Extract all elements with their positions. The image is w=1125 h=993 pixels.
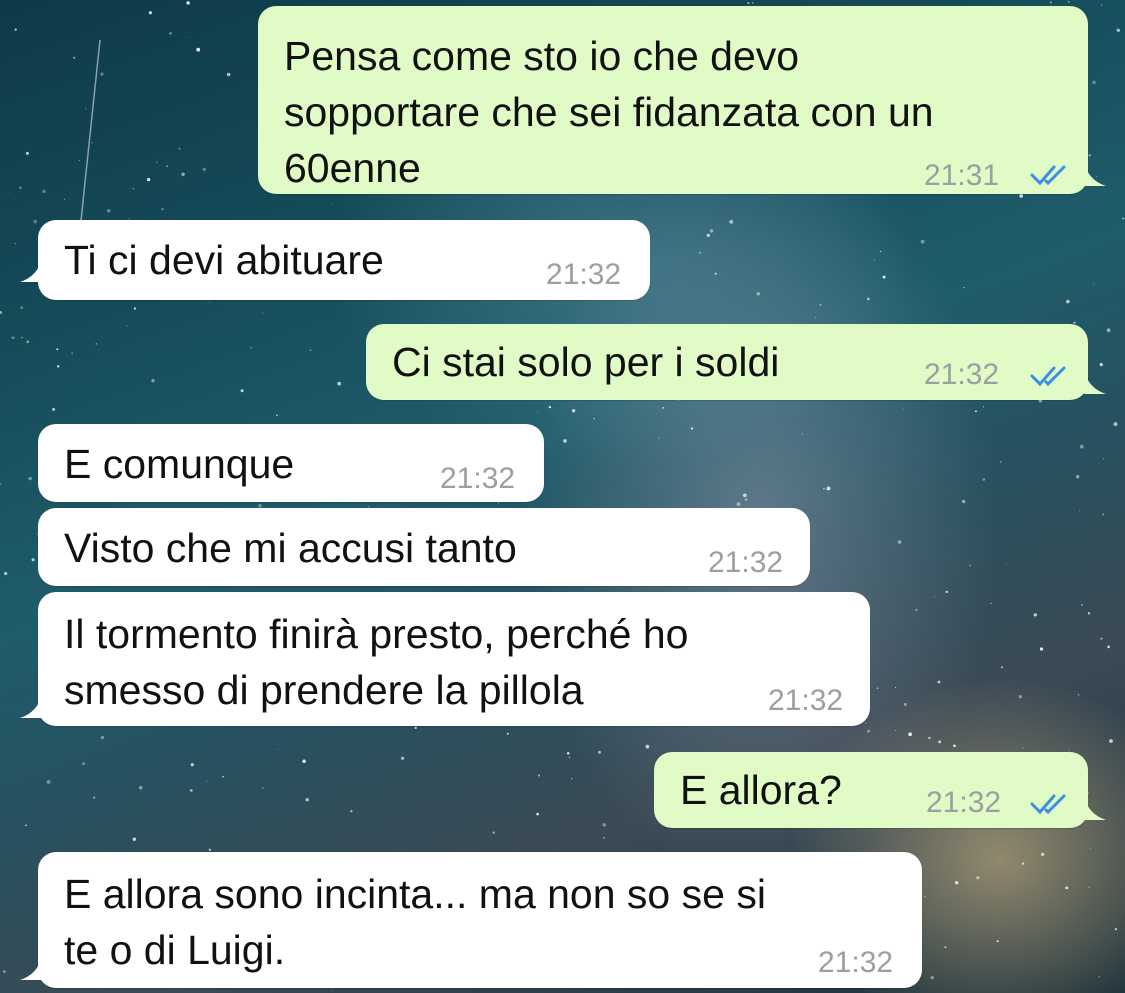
message-text: Ci stai solo per i soldi bbox=[392, 339, 780, 385]
message-timestamp: 21:32 bbox=[924, 358, 1000, 391]
message-text: Il tormento finirà presto, perché ho sme… bbox=[64, 611, 689, 713]
bubble-tail bbox=[1084, 162, 1106, 186]
message-timestamp: 21:32 bbox=[708, 546, 784, 579]
double-check-icon bbox=[1030, 366, 1066, 387]
outgoing-message[interactable]: Ci stai solo per i soldi 21:32 bbox=[366, 324, 1088, 400]
message-text: Visto che mi accusi tanto bbox=[64, 525, 517, 571]
message-text: Ti ci devi abituare bbox=[64, 237, 384, 283]
bubble-tail bbox=[1084, 796, 1106, 820]
message-timestamp: 21:32 bbox=[818, 946, 894, 979]
message-timestamp: 21:32 bbox=[440, 462, 516, 495]
message-text: Pensa come sto io che devo sopportare ch… bbox=[284, 33, 934, 191]
double-check-icon bbox=[1030, 794, 1066, 815]
outgoing-message[interactable]: Pensa come sto io che devo sopportare ch… bbox=[258, 6, 1088, 194]
message-text: E allora sono incinta... ma non so se si… bbox=[64, 871, 766, 973]
message-timestamp: 21:32 bbox=[546, 258, 622, 291]
incoming-message[interactable]: E comunque 21:32 bbox=[38, 424, 544, 502]
bubble-tail bbox=[1084, 370, 1106, 394]
message-timestamp: 21:32 bbox=[926, 786, 1002, 819]
incoming-message[interactable]: Il tormento finirà presto, perché ho sme… bbox=[38, 592, 870, 726]
bubble-tail bbox=[20, 956, 42, 980]
message-timestamp: 21:31 bbox=[924, 159, 1000, 192]
message-text: E comunque bbox=[64, 441, 295, 487]
incoming-message[interactable]: E allora sono incinta... ma non so se si… bbox=[38, 852, 922, 988]
message-timestamp: 21:32 bbox=[768, 684, 844, 717]
incoming-message[interactable]: Ti ci devi abituare 21:32 bbox=[38, 220, 650, 300]
bubble-tail bbox=[20, 694, 42, 718]
bubble-tail bbox=[20, 258, 42, 282]
message-text: E allora? bbox=[680, 767, 842, 813]
incoming-message[interactable]: Visto che mi accusi tanto 21:32 bbox=[38, 508, 810, 586]
outgoing-message[interactable]: E allora? 21:32 bbox=[654, 752, 1088, 828]
double-check-icon bbox=[1030, 165, 1066, 186]
